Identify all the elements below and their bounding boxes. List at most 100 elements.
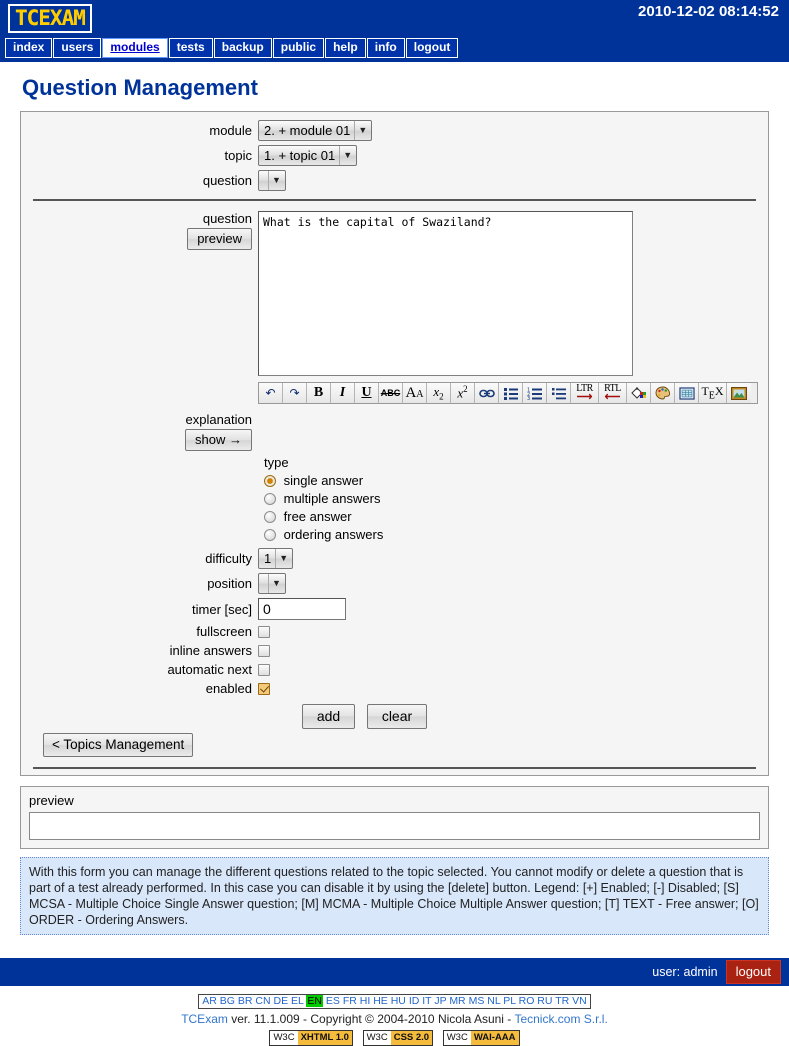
fullscreen-checkbox[interactable] — [258, 625, 270, 638]
copyright-text: ver. 11.1.009 - Copyright © 2004-2010 Ni… — [227, 1012, 515, 1026]
tcexam-link[interactable]: TCExam — [181, 1012, 228, 1026]
lang-VN[interactable]: VN — [572, 995, 587, 1007]
radio-free-answer-icon[interactable] — [264, 511, 276, 523]
fill-color-icon[interactable] — [627, 383, 651, 403]
lang-CN[interactable]: CN — [255, 995, 270, 1007]
tecnick-link[interactable]: Tecnick.com S.r.l. — [514, 1012, 607, 1026]
lang-HI[interactable]: HI — [360, 995, 371, 1007]
bold-icon[interactable]: B — [307, 383, 331, 403]
badge-wai[interactable]: W3C WAI-AAA — [442, 1029, 520, 1046]
topics-management-button[interactable]: < Topics Management — [43, 733, 194, 757]
enabled-checkbox[interactable] — [258, 682, 270, 695]
rtl-direction-icon[interactable]: RTL ⟵ — [599, 383, 627, 403]
module-select[interactable]: 2. + module 01 ▼ — [258, 120, 373, 141]
superscript-icon[interactable]: x2 — [451, 383, 475, 403]
font-size-icon[interactable]: AA — [403, 383, 427, 403]
type-option-free-answer[interactable]: free answer — [264, 509, 768, 524]
lang-JP[interactable]: JP — [434, 995, 446, 1007]
lang-AR[interactable]: AR — [202, 995, 217, 1007]
undo-icon[interactable]: ↶ — [259, 383, 283, 403]
difficulty-select[interactable]: 1 ▼ — [258, 548, 294, 569]
nav-item-help[interactable]: help — [325, 38, 366, 58]
ordered-list-icon[interactable]: 1 2 3 — [523, 383, 547, 403]
question-preview-button[interactable]: preview — [187, 228, 252, 250]
lang-DE[interactable]: DE — [274, 995, 289, 1007]
lang-MS[interactable]: MS — [469, 995, 485, 1007]
chevron-down-icon: ▼ — [268, 574, 285, 593]
type-option-multiple-answers[interactable]: multiple answers — [264, 491, 768, 506]
lang-HU[interactable]: HU — [391, 995, 406, 1007]
table-icon[interactable] — [675, 383, 699, 403]
topics-management-wrap: < Topics Management — [21, 733, 768, 757]
ltr-direction-icon[interactable]: LTR ⟶ — [571, 383, 599, 403]
clear-button[interactable]: clear — [366, 704, 428, 729]
palette-icon[interactable] — [651, 383, 675, 403]
module-select-value: 2. + module 01 — [264, 123, 351, 138]
topic-label: topic — [224, 148, 252, 163]
lang-EN[interactable]: EN — [306, 995, 323, 1007]
inline-answers-row: inline answers — [21, 643, 768, 658]
nav-item-public[interactable]: public — [272, 38, 325, 58]
badge-wai-right: WAI-AAA — [470, 1030, 519, 1045]
module-label: module — [209, 123, 252, 138]
lang-ES[interactable]: ES — [326, 995, 340, 1007]
lang-NL[interactable]: NL — [487, 995, 500, 1007]
add-button[interactable]: add — [301, 704, 356, 729]
automatic-next-checkbox[interactable] — [258, 663, 270, 676]
explanation-show-button[interactable]: show → — [185, 429, 252, 451]
position-label: position — [207, 576, 252, 591]
unordered-list-icon[interactable] — [499, 383, 523, 403]
topic-select[interactable]: 1. + topic 01 ▼ — [258, 145, 358, 166]
nav-item-index[interactable]: index — [5, 38, 53, 58]
lang-PL[interactable]: PL — [503, 995, 515, 1007]
panel-bottom-divider — [33, 767, 756, 769]
subscript-icon[interactable]: x2 — [427, 383, 451, 403]
badge-css[interactable]: W3C CSS 2.0 — [362, 1029, 434, 1046]
strikethrough-icon[interactable]: ABC — [379, 383, 403, 403]
position-select[interactable]: ▼ — [258, 573, 286, 594]
indent-list-icon[interactable] — [547, 383, 571, 403]
link-icon-svg — [478, 389, 495, 397]
badge-xhtml[interactable]: W3C XHTML 1.0 — [269, 1029, 353, 1046]
footer-bar: user: admin logout — [0, 958, 789, 986]
footer-logout-button[interactable]: logout — [725, 960, 781, 984]
lang-HE[interactable]: HE — [373, 995, 388, 1007]
redo-icon[interactable]: ↷ — [283, 383, 307, 403]
enabled-label: enabled — [205, 681, 252, 696]
underline-icon[interactable]: U — [355, 383, 379, 403]
nav-item-logout[interactable]: logout — [405, 38, 459, 58]
tcexam-logo: TCEXAM — [8, 4, 92, 33]
radio-ordering-answers-icon[interactable] — [264, 529, 276, 541]
editor-container: ↶ ↷ B I U ABC AA x2 x2 — [258, 211, 758, 404]
preview-content — [29, 812, 760, 840]
nav-item-backup[interactable]: backup — [213, 38, 272, 58]
timer-input[interactable] — [258, 598, 346, 620]
italic-icon[interactable]: I — [331, 383, 355, 403]
inline-answers-checkbox[interactable] — [258, 644, 270, 657]
nav-item-tests[interactable]: tests — [168, 38, 213, 58]
nav-item-users[interactable]: users — [53, 38, 102, 58]
lang-BR[interactable]: BR — [238, 995, 253, 1007]
lang-TR[interactable]: TR — [555, 995, 569, 1007]
lang-ID[interactable]: ID — [409, 995, 420, 1007]
link-icon[interactable] — [475, 383, 499, 403]
radio-multiple-answers-icon[interactable] — [264, 493, 276, 505]
nav-item-modules[interactable]: modules — [102, 38, 168, 58]
lang-MR[interactable]: MR — [449, 995, 465, 1007]
question-textarea[interactable] — [258, 211, 633, 376]
lang-EL[interactable]: EL — [291, 995, 303, 1007]
tex-icon[interactable]: TEX — [699, 383, 727, 403]
nav-item-info[interactable]: info — [366, 38, 405, 58]
lang-BG[interactable]: BG — [220, 995, 235, 1007]
lang-RU[interactable]: RU — [537, 995, 552, 1007]
question-select[interactable]: ▼ — [258, 170, 286, 191]
type-option-label: single answer — [283, 473, 364, 488]
lang-RO[interactable]: RO — [519, 995, 535, 1007]
type-option-ordering-answers[interactable]: ordering answers — [264, 527, 768, 542]
current-datetime: 2010-12-02 08:14:52 — [638, 3, 779, 20]
insert-image-icon[interactable] — [727, 383, 751, 403]
type-option-single-answer[interactable]: single answer — [264, 473, 768, 488]
lang-IT[interactable]: IT — [422, 995, 431, 1007]
lang-FR[interactable]: FR — [343, 995, 357, 1007]
radio-single-answer-icon[interactable] — [264, 475, 276, 487]
